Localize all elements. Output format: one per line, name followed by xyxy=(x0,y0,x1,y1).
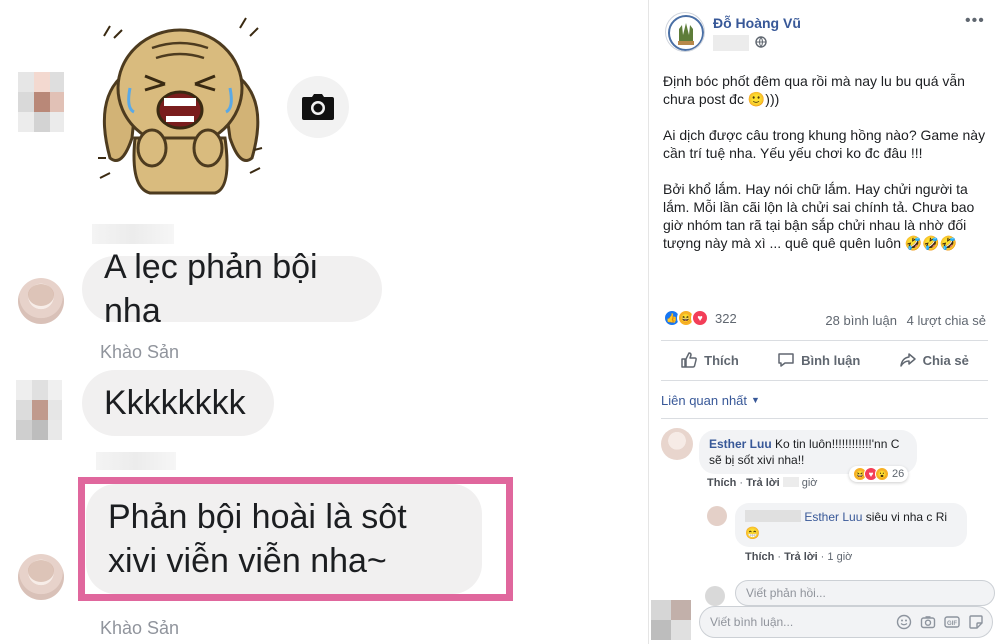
reply-meta: Thích · Trả lời · 1 giờ xyxy=(745,551,853,563)
reply-like-link[interactable]: Thích xyxy=(745,551,774,563)
commenter-avatar[interactable] xyxy=(661,428,693,460)
message-text: A lẹc phản bội nha xyxy=(104,247,318,330)
post-paragraph: Bởi khổ lắm. Hay nói chữ lắm. Hay chửi n… xyxy=(663,181,975,251)
reply-time[interactable]: 1 giờ xyxy=(827,551,852,563)
blurred-name xyxy=(745,510,801,522)
reply-input[interactable]: Viết phản hồi... xyxy=(735,580,995,606)
reply-placeholder: Viết phản hồi... xyxy=(746,586,826,600)
message-bubble: Kkkkkkkk xyxy=(82,370,274,436)
post-actions: Thích Bình luận Chia sẻ xyxy=(661,343,988,377)
blurred-time xyxy=(782,477,799,487)
share-icon xyxy=(899,353,916,367)
love-icon: ♥ xyxy=(691,309,709,327)
author-name[interactable]: Đỗ Hoàng Vũ xyxy=(713,15,801,31)
share-count-link[interactable]: 4 lượt chia sẻ xyxy=(907,313,986,328)
comment-label: Bình luận xyxy=(801,352,861,368)
crying-dog-sticker xyxy=(98,17,263,195)
sticker-icon[interactable] xyxy=(968,614,984,630)
post-body: Định bóc phốt đêm qua rồi mà nay lu bu q… xyxy=(663,72,991,252)
gif-icon[interactable]: GIF xyxy=(944,614,960,630)
sender-avatar xyxy=(18,554,64,600)
message-bubble: A lẹc phản bội nha xyxy=(82,248,382,330)
wow-icon: 😮 xyxy=(875,467,889,481)
author-avatar-image xyxy=(668,15,704,51)
pixelated-my-avatar xyxy=(651,600,691,640)
comment-placeholder: Viết bình luận... xyxy=(710,615,794,629)
emoji-icon[interactable] xyxy=(896,614,912,630)
commenter-name[interactable]: Esther Luu xyxy=(709,437,772,451)
reaction-summary[interactable]: 👍 😆 ♥ 322 xyxy=(663,309,737,327)
comment-icon xyxy=(778,353,794,367)
divider xyxy=(661,380,988,381)
comment-reply-link[interactable]: Trả lời xyxy=(746,477,780,489)
post-paragraph: Định bóc phốt đêm qua rồi mà nay lu bu q… xyxy=(663,73,965,107)
comment-button[interactable]: Bình luận xyxy=(777,351,860,369)
comment-reaction-count: 26 xyxy=(892,468,905,480)
message-text: Kkkkkkkk xyxy=(104,383,246,422)
sender-name: Khào Sản xyxy=(100,342,180,362)
post-paragraph: Ai dịch được câu trong khung hồng nào? G… xyxy=(663,127,986,161)
author-avatar[interactable] xyxy=(665,12,705,52)
comment-reactions[interactable]: 😆 ♥ 😮 26 xyxy=(849,466,909,482)
mention-link[interactable]: Esther Luu xyxy=(804,510,862,524)
blurred-timestamp[interactable] xyxy=(713,35,749,51)
share-label: Chia sẻ xyxy=(922,352,969,368)
camera-icon[interactable] xyxy=(920,614,936,630)
share-button[interactable]: Chia sẻ xyxy=(899,351,969,369)
comment-meta: Thích · Trả lời giờ xyxy=(707,477,818,489)
pixelated-avatar xyxy=(18,72,64,132)
divider xyxy=(661,418,988,419)
comment-input-icons: GIF xyxy=(896,614,984,630)
reply-bubble: Esther Luu siêu vi nha c Ri😁 xyxy=(735,503,967,547)
sender-avatar xyxy=(18,278,64,324)
thumbs-up-icon xyxy=(681,352,698,368)
globe-icon xyxy=(755,36,767,48)
camera-icon xyxy=(302,94,334,120)
blurred-text xyxy=(96,452,176,470)
my-avatar xyxy=(705,586,725,606)
svg-text:GIF: GIF xyxy=(947,621,957,627)
sort-label: Liên quan nhất xyxy=(661,393,748,408)
replier-avatar[interactable] xyxy=(707,506,727,526)
post-stats: 28 bình luận 4 lượt chia sẻ xyxy=(825,313,986,328)
comment-sort-dropdown[interactable]: Liên quan nhất ▼ xyxy=(661,393,760,408)
reply-reply-link[interactable]: Trả lời xyxy=(784,551,818,563)
comment-count-link[interactable]: 28 bình luận xyxy=(825,313,897,328)
blurred-text xyxy=(92,224,174,244)
sender-name: Khào Sản xyxy=(100,618,180,638)
like-button[interactable]: Thích xyxy=(680,351,739,369)
like-label: Thích xyxy=(704,352,739,368)
reaction-count: 322 xyxy=(715,310,737,326)
pixelated-avatar xyxy=(16,380,62,440)
comment-input[interactable]: Viết bình luận... GIF xyxy=(699,606,993,638)
comment-like-link[interactable]: Thích xyxy=(707,477,736,489)
caret-down-icon: ▼ xyxy=(751,395,760,405)
facebook-post: Đỗ Hoàng Vũ ••• Định bóc phốt đêm qua rồ… xyxy=(648,0,1000,644)
divider xyxy=(661,340,988,341)
comment-time[interactable]: giờ xyxy=(802,477,818,489)
pink-highlight-frame xyxy=(78,477,513,601)
more-options-icon[interactable]: ••• xyxy=(965,12,985,30)
chat-screenshot: A lẹc phản bội nha Khào Sản Kkkkkkkk Phả… xyxy=(0,0,648,644)
camera-button[interactable] xyxy=(287,76,349,138)
